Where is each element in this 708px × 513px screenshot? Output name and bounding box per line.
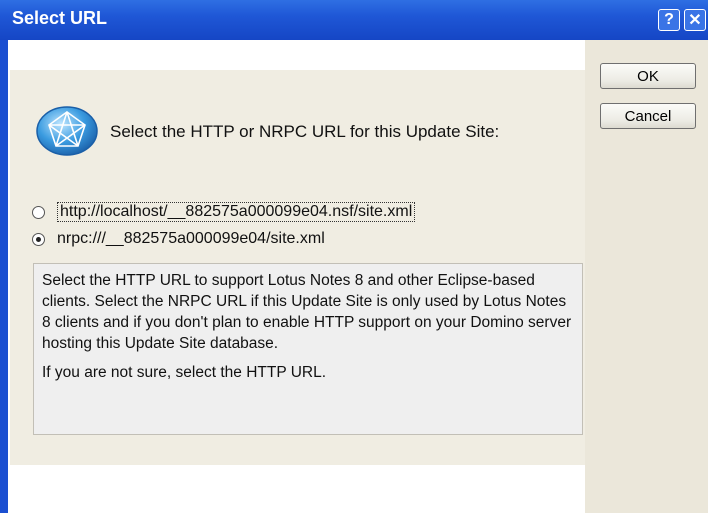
info-box: Select the HTTP URL to support Lotus Not… bbox=[33, 263, 583, 435]
http-url-radio[interactable] bbox=[32, 205, 45, 219]
help-icon: ? bbox=[664, 11, 674, 28]
cancel-button[interactable]: Cancel bbox=[600, 103, 696, 129]
help-button[interactable]: ? bbox=[658, 9, 680, 31]
lotus-update-site-icon bbox=[36, 106, 98, 156]
info-paragraph-1: Select the HTTP URL to support Lotus Not… bbox=[42, 272, 572, 352]
http-url-option[interactable]: http://localhost/__882575a000099e04.nsf/… bbox=[32, 202, 416, 222]
info-paragraph-2: If you are not sure, select the HTTP URL… bbox=[42, 364, 327, 381]
ok-button-label: OK bbox=[637, 67, 659, 85]
ok-button[interactable]: OK bbox=[600, 63, 696, 89]
nrpc-url-option[interactable]: nrpc:///__882575a000099e04/site.xml bbox=[32, 229, 325, 249]
cancel-button-label: Cancel bbox=[624, 107, 672, 125]
close-icon: ✕ bbox=[688, 12, 702, 29]
window-left-border bbox=[0, 40, 8, 513]
nrpc-url-radio[interactable] bbox=[32, 232, 45, 246]
close-button[interactable]: ✕ bbox=[684, 9, 706, 31]
window-title: Select URL bbox=[12, 8, 108, 28]
http-url-label[interactable]: http://localhost/__882575a000099e04.nsf/… bbox=[57, 202, 416, 222]
title-bar: Select URL ? ✕ bbox=[0, 0, 708, 40]
prompt-text: Select the HTTP or NRPC URL for this Upd… bbox=[110, 122, 500, 141]
nrpc-url-label[interactable]: nrpc:///__882575a000099e04/site.xml bbox=[57, 230, 325, 248]
